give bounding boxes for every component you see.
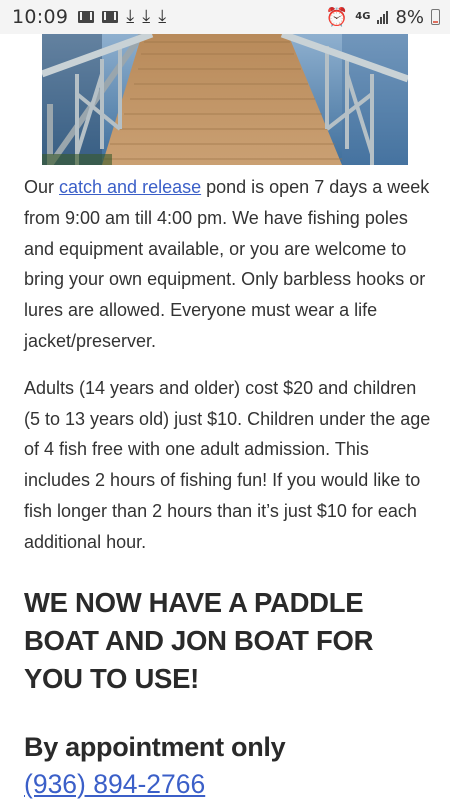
status-time: 10:09 xyxy=(12,6,69,28)
alarm-icon: ⏰ xyxy=(325,6,349,28)
phone-link[interactable]: (936) 894-2766 xyxy=(24,765,434,803)
signal-icon xyxy=(377,10,389,24)
gmail-icon xyxy=(102,11,119,23)
status-right: ⏰ 4G 8% xyxy=(326,7,440,28)
lte-icon: 4G xyxy=(355,11,371,22)
gmail-icon xyxy=(78,11,95,23)
pricing-paragraph: Adults (14 years and older) cost $20 and… xyxy=(24,377,431,552)
intro-text-start: Our xyxy=(24,177,60,197)
download-icon: ⤓ xyxy=(158,6,167,27)
battery-percent: 8% xyxy=(395,6,424,28)
intro-paragraph: Our catch and release pond is open 7 day… xyxy=(24,172,434,357)
dock-pier-photo xyxy=(42,34,408,165)
intro-text-rest: pond is open 7 days a week from 9:00 am … xyxy=(24,177,430,351)
download-icon: ⤓ xyxy=(126,6,135,27)
catch-and-release-link[interactable]: catch and release xyxy=(59,177,201,197)
notification-icons: ⤓ ⤓ ⤓ xyxy=(78,8,166,26)
battery-icon xyxy=(431,9,440,25)
download-icon: ⤓ xyxy=(142,6,151,27)
page-content: Our catch and release pond is open 7 day… xyxy=(24,172,434,803)
boat-headline: WE NOW HAVE A PADDLE BOAT AND JON BOAT F… xyxy=(24,586,374,694)
status-bar: 10:09 ⤓ ⤓ ⤓ ⏰ 4G 8% xyxy=(0,0,450,34)
appointment-heading: By appointment only xyxy=(24,731,286,762)
